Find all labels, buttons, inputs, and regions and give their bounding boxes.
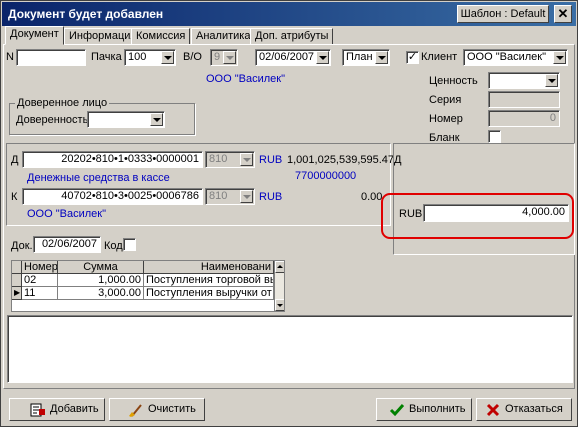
chevron-down-icon[interactable] [553, 51, 566, 64]
series-label: Серия [429, 94, 462, 106]
operation-type-label: В/О [183, 51, 202, 63]
row-indicator-header [12, 261, 22, 274]
debit-balance: 1,001,025,539,595.47Д [287, 154, 402, 166]
client-value: ООО "Василек" [467, 51, 546, 63]
chevron-down-icon [223, 51, 236, 64]
table-cell-name[interactable]: Поступления торговой выр [144, 274, 274, 287]
number-input[interactable] [16, 49, 86, 66]
amount-input[interactable]: 4,000.00 [423, 204, 569, 222]
cancel-button-label: Отказаться [505, 403, 563, 415]
number-label: N [6, 51, 14, 63]
window-title: Документ будет добавлен [8, 7, 164, 21]
cross-icon [486, 403, 500, 417]
blank-checkbox[interactable] [488, 130, 501, 143]
client-label: Клиент [421, 51, 458, 63]
doc-date-input[interactable]: 02/06/2007 [33, 236, 101, 253]
checkmark-icon [389, 404, 405, 417]
chevron-down-icon[interactable] [316, 51, 329, 64]
trustee-field-label: Доверенность [16, 114, 89, 126]
debit-currency-code: 810 [209, 153, 228, 165]
operation-type-value: 9 [214, 51, 221, 63]
column-header-number[interactable]: Номер [22, 261, 58, 274]
series-input [488, 91, 560, 108]
credit-currency-select: 810 [205, 188, 255, 205]
tab-analytics[interactable]: Аналитика [191, 28, 256, 45]
tab-information[interactable]: Информация [64, 28, 142, 45]
table-cell-name[interactable]: Поступления выручки от ре [144, 287, 274, 300]
clear-button[interactable]: Очистить [109, 398, 205, 421]
execute-button-label: Выполнить [409, 403, 466, 415]
client-select[interactable]: ООО "Василек" [463, 49, 568, 66]
table-cell-sum[interactable]: 1,000.00 [58, 274, 144, 287]
brush-icon [129, 404, 142, 417]
row-indicator [12, 274, 22, 287]
debit-currency: RUB [259, 154, 283, 166]
template-button[interactable]: Шаблон : Default [457, 5, 549, 23]
trustee-group-label: Доверенное лицо [15, 97, 110, 109]
client-name-display: ООО "Василек" [206, 73, 285, 85]
credit-account-name: ООО "Василек" [27, 208, 106, 220]
table-cell-sum[interactable]: 3,000.00 [58, 287, 144, 300]
table-cell-number[interactable]: 11 [22, 287, 58, 300]
add-button-label: Добавить [50, 403, 99, 415]
credit-currency-code: 810 [209, 190, 228, 202]
code-checkbox[interactable] [123, 238, 136, 251]
batch-select[interactable]: 100 [124, 49, 176, 66]
code-label: Код [104, 240, 123, 252]
chevron-down-icon[interactable] [545, 74, 558, 87]
credit-balance: 0.00 [361, 191, 383, 203]
execute-button[interactable]: Выполнить [376, 398, 472, 421]
cancel-button[interactable]: Отказаться [476, 398, 572, 421]
tab-document[interactable]: Документ [5, 26, 64, 45]
credit-currency: RUB [259, 191, 283, 203]
number-field-label: Номер [429, 113, 463, 125]
debit-currency-select: 810 [205, 151, 255, 168]
chevron-down-icon [240, 190, 253, 203]
credit-account-input[interactable]: 40702•810•3•0025•0006786 [22, 188, 203, 205]
client-checkbox[interactable]: ✓ [406, 51, 419, 64]
operation-type-select: 9 [210, 49, 238, 66]
batch-value: 100 [128, 51, 147, 63]
column-header-name[interactable]: Наименовани [144, 261, 274, 274]
debit-label: Д [11, 154, 19, 166]
title-bar[interactable]: Документ будет добавлен Шаблон : Default… [2, 2, 576, 26]
debit-account-name: Денежные средства в кассе [27, 172, 170, 184]
document-dialog: Документ будет добавлен Шаблон : Default… [0, 0, 578, 427]
table-cell-number[interactable]: 02 [22, 274, 58, 287]
plan-value: План [346, 51, 373, 63]
column-header-sum[interactable]: Сумма [58, 261, 144, 274]
memo-area[interactable] [7, 315, 573, 383]
current-row-indicator-icon: ▶ [12, 287, 22, 300]
batch-label: Пачка [91, 51, 122, 63]
chevron-down-icon [240, 153, 253, 166]
scroll-up-icon[interactable] [275, 261, 284, 273]
add-button[interactable]: Добавить [9, 398, 105, 421]
add-document-icon [30, 403, 45, 417]
clear-button-label: Очистить [148, 403, 196, 415]
credit-label: К [11, 191, 18, 203]
plan-select[interactable]: План [342, 49, 390, 66]
debit-account-input[interactable]: 20202•810•1•0333•0000001 [22, 151, 203, 168]
chevron-down-icon[interactable] [375, 51, 388, 64]
table-scrollbar[interactable] [274, 261, 284, 311]
valuable-label: Ценность [429, 75, 478, 87]
operations-table[interactable]: Номер Сумма Наименовани 02 1,000.00 Пост… [11, 260, 285, 312]
date-select[interactable]: 02/06/2007 [255, 49, 331, 66]
valuable-select[interactable] [488, 72, 560, 89]
doc-date-label: Док. [11, 240, 33, 252]
amount-currency: RUB [399, 208, 423, 220]
tab-extra-attributes[interactable]: Доп. атрибуты [250, 28, 334, 45]
valuable-number-input: 0 [488, 110, 560, 127]
close-button[interactable]: ✕ [554, 5, 572, 23]
tab-commission[interactable]: Комиссия [131, 28, 191, 45]
date-value: 02/06/2007 [259, 51, 315, 63]
debit-inn: 7700000000 [295, 170, 357, 182]
chevron-down-icon[interactable] [150, 113, 163, 126]
chevron-down-icon[interactable] [161, 51, 174, 64]
trustee-select[interactable] [87, 111, 165, 128]
scroll-down-icon[interactable] [275, 299, 284, 311]
